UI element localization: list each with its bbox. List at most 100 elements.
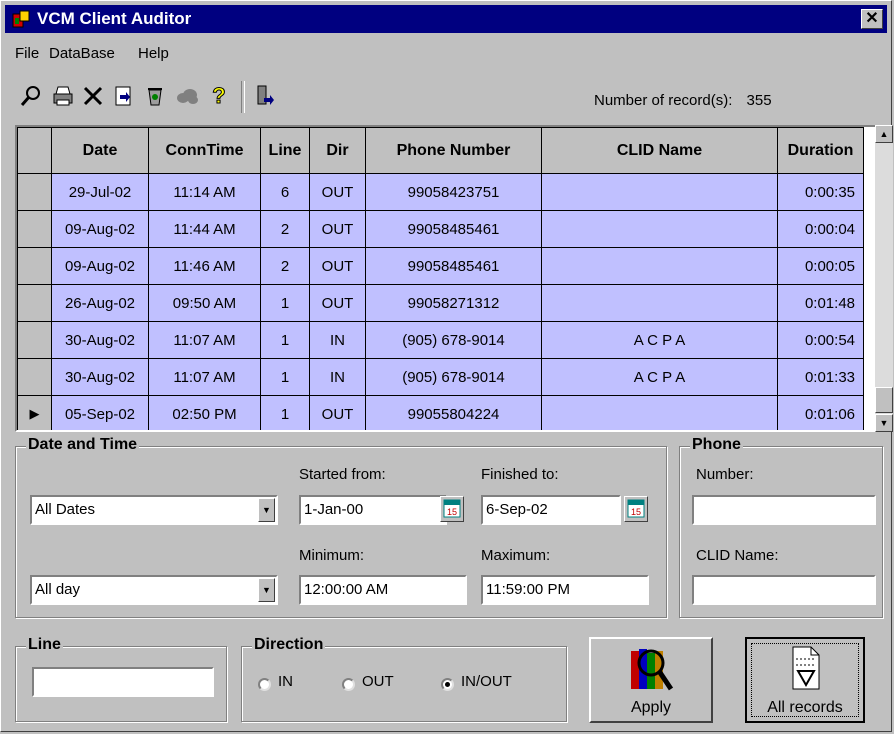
cell-clid-name[interactable] [541,247,778,285]
phone-number-field[interactable] [692,495,876,525]
cell-clid-name[interactable] [541,173,778,211]
table-row[interactable]: 30-Aug-02 11:07 AM 1 IN (905) 678-9014 A C P … [17,321,864,359]
delete-icon[interactable] [77,81,109,111]
cell-clid-name[interactable] [541,395,778,430]
grid-vertical-scrollbar[interactable]: ▲ ▼ [875,125,893,432]
cell-duration[interactable]: 0:00:35 [777,173,864,211]
minimum-time-field[interactable]: 12:00:00 AM [299,575,467,605]
cell-dir[interactable]: IN [309,358,366,396]
column-header-dir[interactable]: Dir [309,127,366,174]
scroll-down-button[interactable]: ▼ [875,414,893,432]
cell-clid-name[interactable] [541,284,778,322]
row-selector[interactable] [17,358,52,396]
cell-line[interactable]: 1 [260,321,310,359]
cell-dir[interactable]: IN [309,321,366,359]
cell-duration[interactable]: 0:00:05 [777,247,864,285]
scroll-thumb[interactable] [875,387,893,413]
cell-line[interactable]: 2 [260,210,310,248]
cell-conntime[interactable]: 02:50 PM [148,395,261,430]
maximum-time-field[interactable]: 11:59:00 PM [481,575,649,605]
table-row[interactable]: 09-Aug-02 11:44 AM 2 OUT 99058485461 0:00:04 [17,210,864,248]
column-header-line[interactable]: Line [260,127,310,174]
calendar-icon[interactable]: 15 [440,496,464,522]
cell-dir[interactable]: OUT [309,210,366,248]
finished-to-field[interactable]: 6-Sep-02 [481,495,621,525]
cell-conntime[interactable]: 11:07 AM [148,358,261,396]
radio-in[interactable] [258,678,271,691]
cell-phone-number[interactable]: 99058423751 [365,173,542,211]
table-row[interactable]: 26-Aug-02 09:50 AM 1 OUT 99058271312 0:01:48 [17,284,864,322]
find-icon[interactable] [15,81,47,111]
cell-duration[interactable]: 0:01:06 [777,395,864,430]
cell-line[interactable]: 2 [260,247,310,285]
cell-line[interactable]: 1 [260,395,310,430]
cell-dir[interactable]: OUT [309,247,366,285]
scroll-up-button[interactable]: ▲ [875,125,893,143]
cell-dir[interactable]: OUT [309,284,366,322]
cell-date[interactable]: 29-Jul-02 [51,173,149,211]
cell-clid-name[interactable] [541,210,778,248]
radio-in-label[interactable]: IN [278,673,293,690]
recycle-icon[interactable] [139,81,171,111]
cell-phone-number[interactable]: 99055804224 [365,395,542,430]
row-selector[interactable] [17,321,52,359]
cell-clid-name[interactable]: A C P A [541,321,778,359]
cell-date[interactable]: 30-Aug-02 [51,358,149,396]
cell-phone-number[interactable]: 99058271312 [365,284,542,322]
menu-database[interactable]: DataBase [49,45,115,62]
cell-duration[interactable]: 0:00:54 [777,321,864,359]
menu-file[interactable]: File [15,45,39,62]
row-selector[interactable] [17,247,52,285]
cell-dir[interactable]: OUT [309,173,366,211]
cell-clid-name[interactable]: A C P A [541,358,778,396]
menu-help[interactable]: Help [138,45,169,62]
radio-in-out-label[interactable]: IN/OUT [461,673,512,690]
all-records-button[interactable]: All records [745,637,865,723]
cell-date[interactable]: 09-Aug-02 [51,247,149,285]
cell-date[interactable]: 05-Sep-02 [51,395,149,430]
column-header-duration[interactable]: Duration [777,127,864,174]
row-selector[interactable]: ▶ [17,395,52,430]
cell-phone-number[interactable]: (905) 678-9014 [365,321,542,359]
cell-phone-number[interactable]: (905) 678-9014 [365,358,542,396]
chevron-down-icon[interactable]: ▼ [258,498,275,522]
dates-combo[interactable]: All Dates ▼ [30,495,278,525]
cell-conntime[interactable]: 11:44 AM [148,210,261,248]
cell-dir[interactable]: OUT [309,395,366,430]
row-selector[interactable] [17,210,52,248]
table-row[interactable]: 30-Aug-02 11:07 AM 1 IN (905) 678-9014 A C P … [17,358,864,396]
title-bar[interactable]: VCM Client Auditor ✕ [5,5,887,33]
cloud-icon[interactable] [171,81,203,111]
row-selector[interactable] [17,284,52,322]
cell-duration[interactable]: 0:00:04 [777,210,864,248]
column-header-clid-name[interactable]: CLID Name [541,127,778,174]
cell-line[interactable]: 1 [260,358,310,396]
column-header-date[interactable]: Date [51,127,149,174]
cell-duration[interactable]: 0:01:33 [777,358,864,396]
cell-line[interactable]: 6 [260,173,310,211]
cell-phone-number[interactable]: 99058485461 [365,210,542,248]
started-from-field[interactable]: 1-Jan-00 [299,495,447,525]
table-row[interactable]: 09-Aug-02 11:46 AM 2 OUT 99058485461 0:00:05 [17,247,864,285]
cell-date[interactable]: 26-Aug-02 [51,284,149,322]
help-icon[interactable]: ? [203,81,235,111]
row-selector[interactable] [17,173,52,211]
cell-conntime[interactable]: 11:14 AM [148,173,261,211]
radio-out[interactable] [342,678,355,691]
print-icon[interactable] [47,81,79,111]
close-button[interactable]: ✕ [861,9,883,29]
cell-phone-number[interactable]: 99058485461 [365,247,542,285]
calendar-icon[interactable]: 15 [624,496,648,522]
records-grid[interactable]: Date ConnTime Line Dir Phone Number CLID… [15,125,879,432]
table-row[interactable]: ▶ 05-Sep-02 02:50 PM 1 OUT 99055804224 0:01:06 [17,395,864,430]
table-row[interactable]: 29-Jul-02 11:14 AM 6 OUT 99058423751 0:00:35 [17,173,864,211]
apply-button[interactable]: Apply [589,637,713,723]
line-field[interactable] [32,667,214,697]
cell-date[interactable]: 30-Aug-02 [51,321,149,359]
radio-out-label[interactable]: OUT [362,673,394,690]
export-icon[interactable] [107,81,139,111]
day-combo[interactable]: All day ▼ [30,575,278,605]
radio-in-out[interactable] [441,678,454,691]
column-header-conntime[interactable]: ConnTime [148,127,261,174]
cell-date[interactable]: 09-Aug-02 [51,210,149,248]
